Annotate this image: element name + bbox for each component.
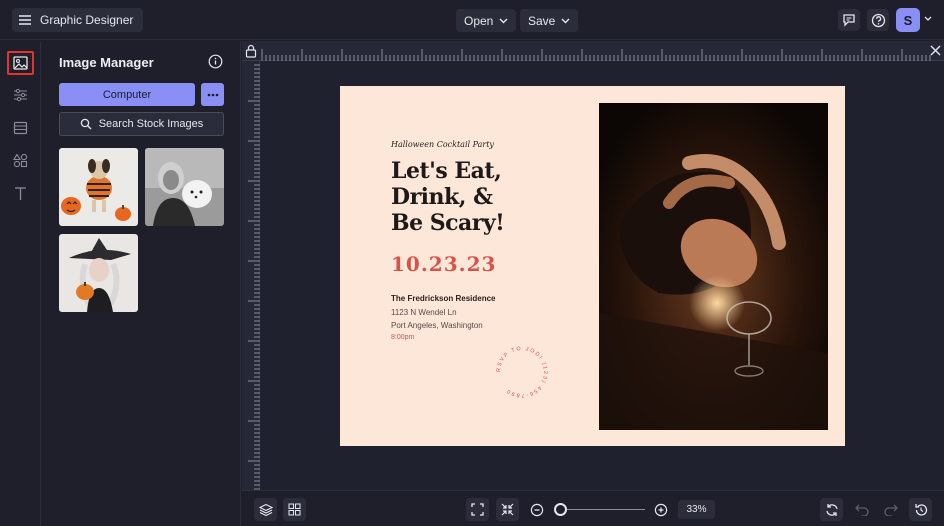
headline-line-1: Let's Eat, — [391, 158, 502, 184]
refresh-icon — [825, 503, 839, 517]
save-label: Save — [528, 13, 556, 28]
more-options-button[interactable] — [201, 83, 224, 106]
design-canvas-card[interactable]: Halloween Cocktail Party Let's Eat, Drin… — [340, 86, 845, 446]
text-icon — [13, 186, 28, 201]
user-avatar[interactable]: S — [896, 8, 920, 32]
text-tool-button[interactable] — [7, 181, 34, 205]
redo-button[interactable] — [879, 498, 902, 521]
search-stock-label: Search Stock Images — [98, 118, 204, 130]
vertical-ruler — [242, 61, 260, 490]
headline-line-2: Drink, & — [391, 184, 493, 210]
expand-icon — [471, 503, 484, 516]
panel-title: Image Manager — [59, 55, 154, 70]
witch-costume-thumbnail[interactable] — [59, 234, 138, 312]
chevron-down-icon[interactable] — [924, 16, 932, 22]
chevron-down-icon — [499, 18, 508, 24]
close-icon[interactable] — [930, 45, 941, 56]
undo-button[interactable] — [850, 498, 873, 521]
horizontal-ruler — [242, 41, 944, 61]
open-label: Open — [464, 13, 494, 28]
lock-icon[interactable] — [245, 44, 257, 58]
ellipsis-icon — [207, 93, 219, 97]
card-date[interactable]: 10.23.23 — [391, 252, 496, 276]
app-menu-button[interactable]: Graphic Designer — [12, 8, 144, 32]
canvas-workspace[interactable]: Halloween Cocktail Party Let's Eat, Drin… — [242, 41, 944, 490]
bottom-toolbar: 33% — [242, 490, 944, 526]
redo-icon — [883, 504, 898, 516]
image-manager-panel: Image Manager Computer Search Stock Imag… — [41, 41, 241, 526]
zoom-in-icon — [654, 503, 668, 517]
card-time[interactable]: 8:00pm — [391, 334, 414, 341]
zoom-slider-track[interactable] — [560, 509, 645, 510]
info-icon[interactable] — [208, 54, 223, 69]
open-button[interactable]: Open — [456, 9, 517, 32]
card-subtitle[interactable]: Halloween Cocktail Party — [391, 140, 494, 149]
rsvp-text: RSVP TO JODI (123) 456-7890 — [496, 346, 547, 398]
elements-tool-button[interactable] — [7, 148, 34, 172]
headline-line-3: Be Scary! — [391, 210, 505, 236]
card-venue[interactable]: The Fredrickson Residence — [391, 294, 495, 303]
tool-rail — [0, 41, 41, 526]
actual-size-button[interactable] — [496, 498, 519, 521]
svg-text:RSVP TO JODI (123) 456-7890: RSVP TO JODI (123) 456-7890 — [496, 346, 548, 398]
save-button[interactable]: Save — [520, 9, 579, 32]
sliders-icon — [13, 88, 28, 102]
search-icon — [80, 118, 92, 130]
search-stock-images-button[interactable]: Search Stock Images — [59, 112, 224, 136]
app-title: Graphic Designer — [40, 13, 134, 27]
layers-button[interactable] — [254, 498, 277, 521]
chat-icon[interactable] — [838, 9, 860, 31]
zoom-slider-handle[interactable] — [554, 503, 567, 516]
layers-icon — [258, 503, 273, 517]
dog-halloween-thumbnail[interactable] — [59, 148, 138, 226]
adjust-tool-button[interactable] — [7, 83, 34, 107]
image-icon — [13, 56, 28, 70]
collapse-icon — [501, 503, 514, 516]
layout-icon — [13, 121, 28, 135]
fit-to-screen-button[interactable] — [466, 498, 489, 521]
zoom-level[interactable]: 33% — [678, 500, 715, 519]
menu-icon — [18, 14, 32, 26]
card-address-line-2[interactable]: Port Angeles, Washington — [391, 321, 483, 330]
card-address-line-1[interactable]: 1123 N Wendel Ln — [391, 308, 457, 317]
card-headline[interactable]: Let's Eat, Drink, & Be Scary! — [391, 158, 591, 236]
upload-from-computer-button[interactable]: Computer — [59, 83, 195, 106]
zoom-out-button[interactable] — [525, 498, 548, 521]
zoom-out-icon — [530, 503, 544, 517]
image-tool-button[interactable] — [7, 51, 34, 75]
woman-with-dog-thumbnail[interactable] — [145, 148, 224, 226]
chevron-down-icon — [561, 18, 570, 24]
undo-icon — [854, 504, 869, 516]
grid-icon — [288, 503, 301, 516]
rsvp-circle-text[interactable]: RSVP TO JODI (123) 456-7890 — [490, 340, 554, 404]
zoom-in-button[interactable] — [649, 498, 672, 521]
history-icon — [914, 503, 928, 517]
top-bar: Graphic Designer Open Save S — [0, 0, 944, 40]
history-button[interactable] — [909, 498, 932, 521]
layout-tool-button[interactable] — [7, 116, 34, 140]
shapes-icon — [13, 152, 28, 168]
reset-button[interactable] — [820, 498, 843, 521]
card-photo-woman[interactable] — [599, 103, 828, 430]
grid-button[interactable] — [283, 498, 306, 521]
help-icon[interactable] — [867, 9, 889, 31]
